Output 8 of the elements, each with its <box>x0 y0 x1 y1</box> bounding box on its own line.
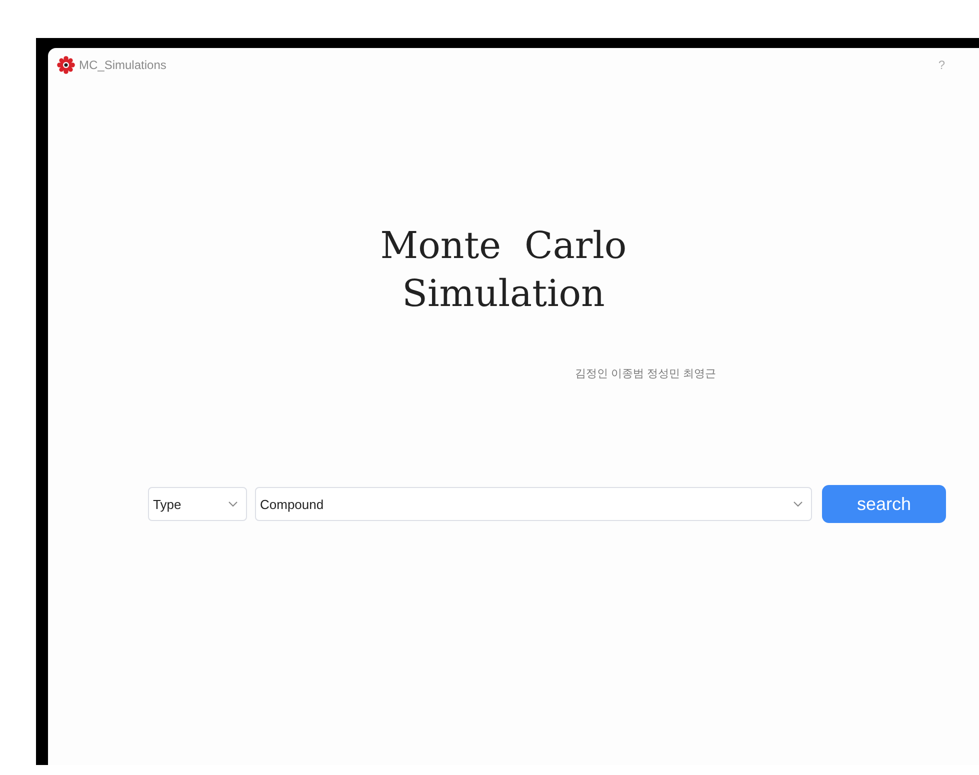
chevron-down-icon <box>228 501 238 507</box>
select-field[interactable]: Type <box>148 487 247 521</box>
authors-text: 김정인 이종범 정성민 최영근 <box>575 367 718 381</box>
title-heading: Simulation <box>402 271 605 317</box>
chevron-down-icon <box>793 501 803 507</box>
select-field[interactable]: Compound <box>255 487 812 521</box>
title-heading: Monte Carlo <box>380 223 627 269</box>
window-title: MC_Simulations <box>79 58 166 72</box>
